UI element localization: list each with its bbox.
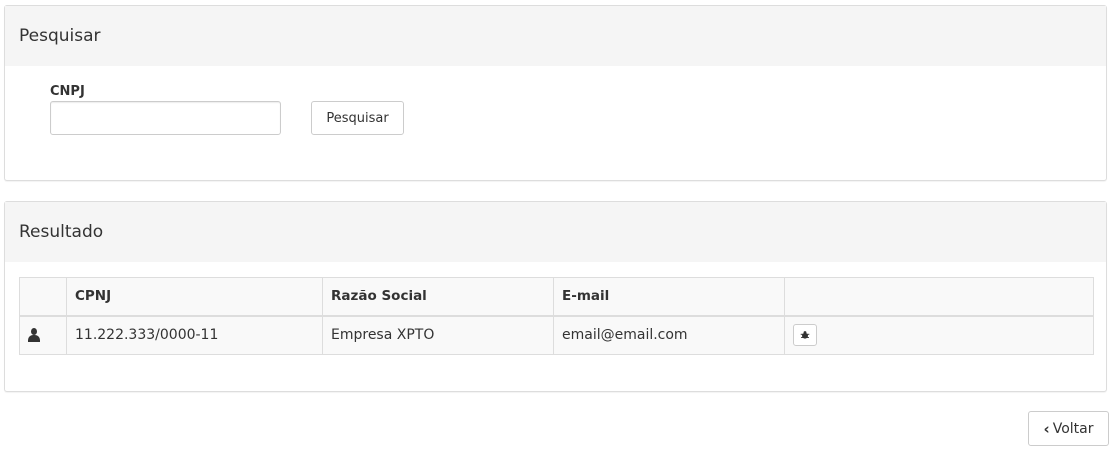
- column-header-email: E-mail: [553, 277, 785, 317]
- column-header-actions: [784, 277, 1094, 317]
- column-header-cnpj: CPNJ: [66, 277, 323, 317]
- row-razao-social: Empresa XPTO: [322, 315, 554, 355]
- back-button-label: Voltar: [1052, 420, 1094, 437]
- row-actions-cell: [784, 315, 1094, 355]
- table-header-row: CPNJ Razão Social E-mail: [19, 277, 1094, 317]
- row-action-button[interactable]: [793, 324, 817, 347]
- back-button[interactable]: ‹ Voltar: [1028, 411, 1109, 446]
- search-panel-title: Pesquisar: [5, 6, 1106, 66]
- search-button[interactable]: Pesquisar: [311, 101, 404, 135]
- row-cnpj: 11.222.333/0000-11: [66, 315, 323, 355]
- chevron-left-icon: ‹: [1043, 419, 1050, 438]
- row-icon-cell: [19, 315, 67, 355]
- cnpj-input[interactable]: [50, 101, 281, 135]
- column-header-icon: [19, 277, 67, 317]
- search-panel: Pesquisar CNPJ Pesquisar: [4, 5, 1107, 181]
- result-panel: Resultado CPNJ Razão Social E-mail 11.22…: [4, 201, 1107, 392]
- result-panel-title: Resultado: [5, 202, 1106, 262]
- row-email: email@email.com: [553, 315, 785, 355]
- cnpj-label: CNPJ: [50, 84, 85, 99]
- bug-icon: [800, 331, 810, 339]
- user-icon: [27, 328, 41, 343]
- table-row: 11.222.333/0000-11 Empresa XPTO email@em…: [19, 315, 1094, 355]
- column-header-razao-social: Razão Social: [322, 277, 554, 317]
- results-table: CPNJ Razão Social E-mail 11.222.333/0000…: [19, 277, 1094, 355]
